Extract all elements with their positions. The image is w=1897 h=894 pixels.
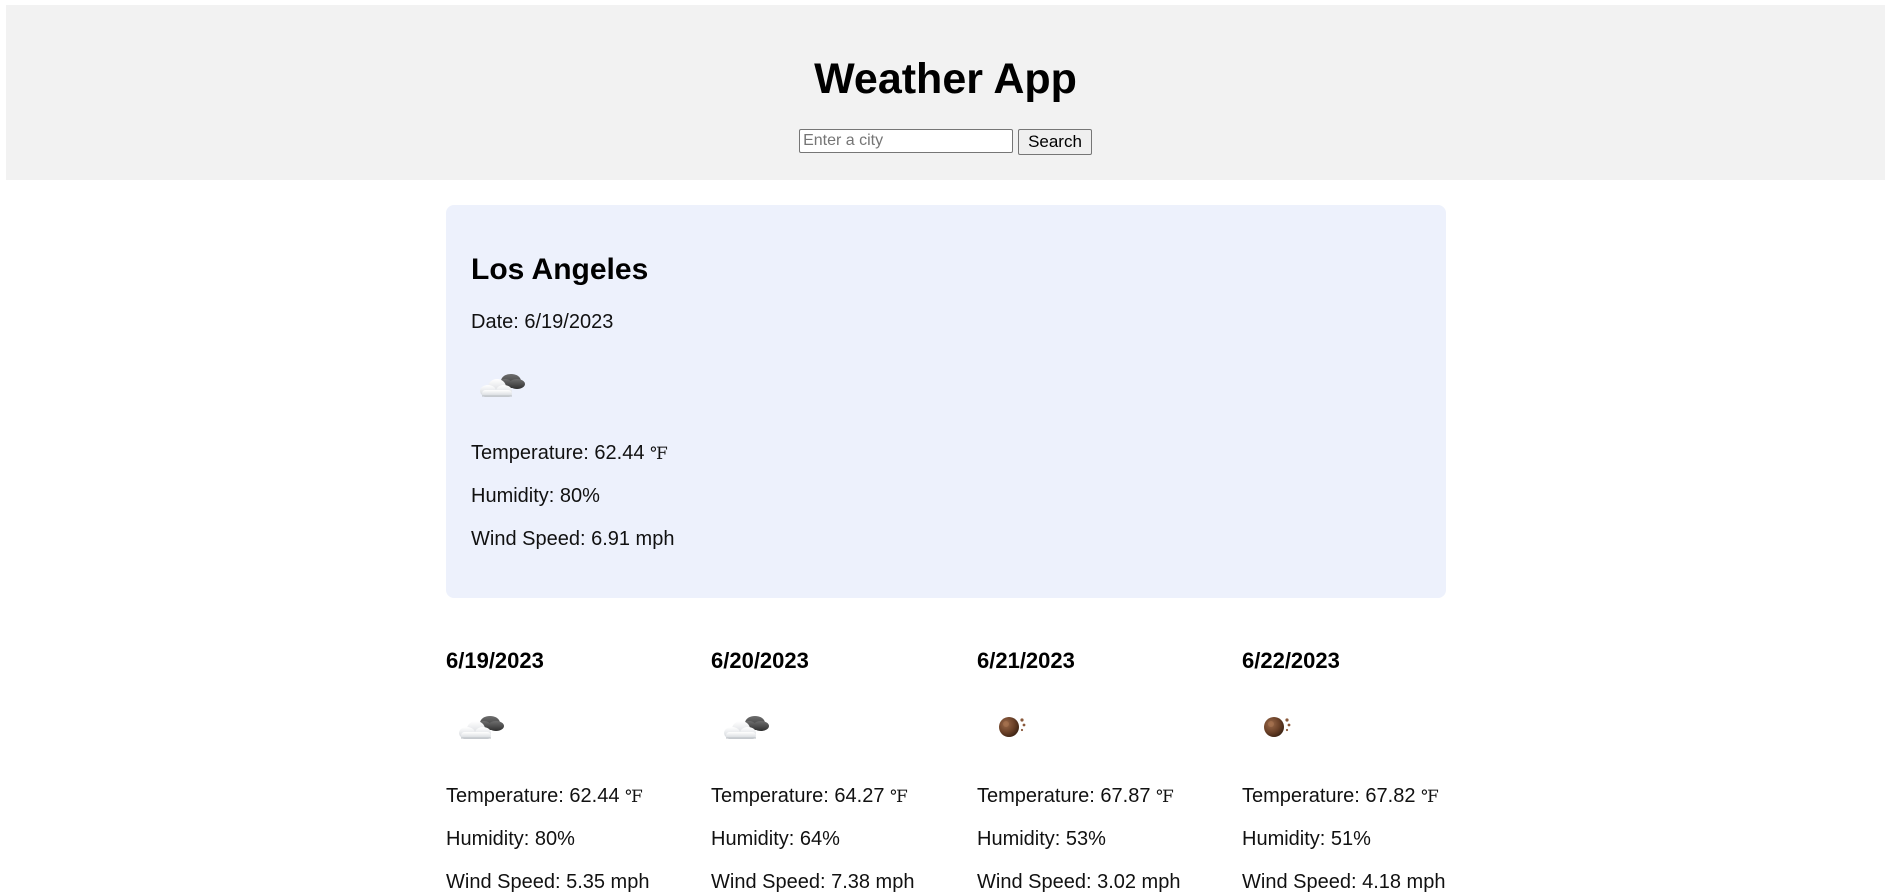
current-temperature-label: Temperature: — [471, 442, 589, 464]
partly-cloudy-icon — [450, 705, 510, 745]
app-title: Weather App — [814, 55, 1077, 103]
forecast-humidity-value: 80% — [534, 828, 575, 850]
current-weather-card: Los Angeles Date: 6/19/2023 Temperature:… — [446, 205, 1446, 598]
fahrenheit-unit: ℉ — [1421, 787, 1439, 807]
forecast-date: 6/20/2023 — [711, 648, 809, 673]
forecast-humidity-value: 51% — [1330, 828, 1371, 850]
forecast-humidity-value: 64% — [799, 828, 840, 850]
forecast-day: 6/22/2023 Temperature: 67.82 ℉ Humidity:… — [1242, 640, 1502, 893]
current-city-name: Los Angeles — [471, 253, 649, 286]
forecast-temperature-value: 67.87 — [1100, 785, 1151, 807]
current-wind-value: 6.91 mph — [591, 528, 675, 550]
forecast-temperature-value: 67.82 — [1365, 785, 1416, 807]
forecast-humidity-label: Humidity: — [1242, 828, 1326, 850]
forecast-humidity: Humidity: 51% — [1242, 828, 1371, 851]
partly-cloudy-icon — [471, 363, 531, 403]
forecast-temperature: Temperature: 64.27 ℉ — [711, 785, 908, 808]
current-date-value: 6/19/2023 — [524, 311, 614, 333]
forecast-wind-label: Wind Speed: — [711, 871, 826, 893]
forecast-date: 6/21/2023 — [977, 648, 1075, 673]
forecast-day: 6/21/2023 Temperature: 67.87 ℉ Humidity:… — [977, 640, 1237, 893]
forecast-humidity: Humidity: 80% — [446, 828, 575, 851]
forecast-wind-value: 3.02 mph — [1097, 871, 1181, 893]
forecast-wind-value: 7.38 mph — [831, 871, 915, 893]
current-temperature-value: 62.44 — [594, 442, 645, 464]
forecast-temperature-label: Temperature: — [446, 785, 564, 807]
forecast-temperature-value: 62.44 — [569, 785, 620, 807]
current-wind-label: Wind Speed: — [471, 528, 586, 550]
forecast-humidity-label: Humidity: — [977, 828, 1061, 850]
search-row: Search — [6, 129, 1885, 155]
forecast-day: 6/20/2023 Temperature: 64.27 ℉ Humidity:… — [711, 640, 971, 893]
partly-cloudy-icon — [715, 705, 775, 745]
fahrenheit-unit: ℉ — [890, 787, 908, 807]
brown-orb-icon — [1246, 705, 1306, 745]
forecast-temperature: Temperature: 67.87 ℉ — [977, 785, 1174, 808]
forecast-wind-label: Wind Speed: — [1242, 871, 1357, 893]
forecast-temperature: Temperature: 67.82 ℉ — [1242, 785, 1439, 808]
fahrenheit-unit: ℉ — [1156, 787, 1174, 807]
forecast-humidity: Humidity: 53% — [977, 828, 1106, 851]
forecast-humidity-label: Humidity: — [711, 828, 795, 850]
forecast-wind: Wind Speed: 5.35 mph — [446, 871, 649, 894]
current-date: Date: 6/19/2023 — [471, 311, 613, 334]
forecast-wind: Wind Speed: 4.18 mph — [1242, 871, 1445, 894]
forecast-temperature: Temperature: 62.44 ℉ — [446, 785, 643, 808]
forecast-date: 6/22/2023 — [1242, 648, 1340, 673]
forecast-temperature-label: Temperature: — [1242, 785, 1360, 807]
forecast-wind-label: Wind Speed: — [977, 871, 1092, 893]
forecast-temperature-label: Temperature: — [711, 785, 829, 807]
header-bar: Weather App Search — [6, 5, 1885, 180]
current-wind: Wind Speed: 6.91 mph — [471, 528, 674, 551]
forecast-wind-label: Wind Speed: — [446, 871, 561, 893]
fahrenheit-unit: ℉ — [625, 787, 643, 807]
forecast-day: 6/19/2023 Temperature: 62.44 ℉ Humidity:… — [446, 640, 706, 893]
search-button[interactable]: Search — [1018, 129, 1092, 155]
forecast-wind-value: 5.35 mph — [566, 871, 650, 893]
current-date-label: Date: — [471, 311, 519, 333]
forecast-humidity-label: Humidity: — [446, 828, 530, 850]
current-humidity-label: Humidity: — [471, 485, 555, 507]
forecast-wind: Wind Speed: 7.38 mph — [711, 871, 914, 894]
forecast-wind-value: 4.18 mph — [1362, 871, 1446, 893]
forecast-wind: Wind Speed: 3.02 mph — [977, 871, 1180, 894]
forecast-temperature-value: 64.27 — [834, 785, 885, 807]
current-temperature: Temperature: 62.44 ℉ — [471, 442, 668, 465]
forecast-date: 6/19/2023 — [446, 648, 544, 673]
forecast-humidity: Humidity: 64% — [711, 828, 840, 851]
fahrenheit-unit: ℉ — [650, 444, 668, 464]
current-humidity-value: 80% — [559, 485, 600, 507]
forecast-humidity-value: 53% — [1065, 828, 1106, 850]
current-humidity: Humidity: 80% — [471, 485, 600, 508]
forecast-temperature-label: Temperature: — [977, 785, 1095, 807]
city-search-input[interactable] — [799, 129, 1014, 153]
brown-orb-icon — [981, 705, 1041, 745]
